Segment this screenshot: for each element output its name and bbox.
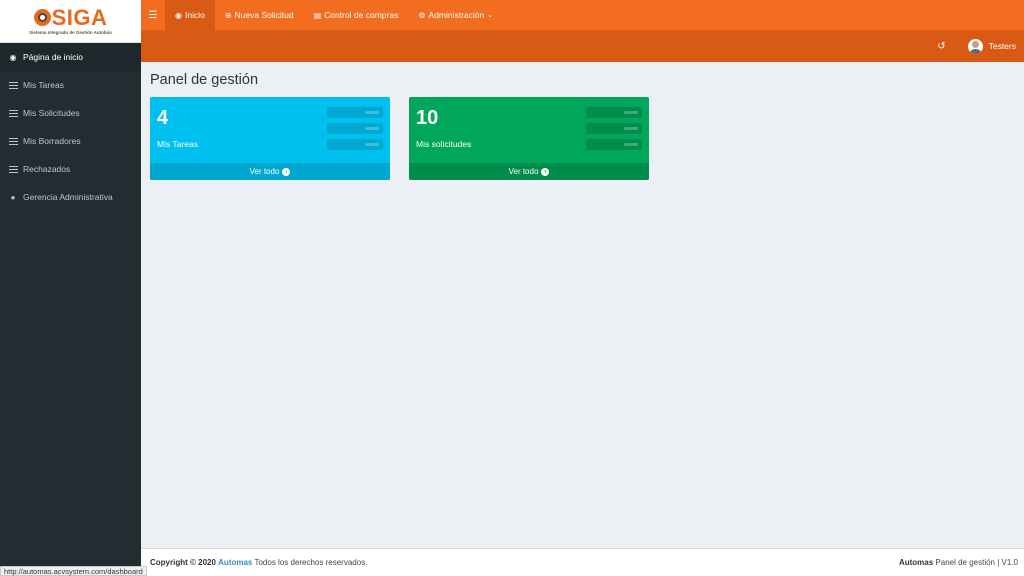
user-icon: ● xyxy=(10,192,16,202)
logo-subtitle: Sistema Integrado de Gestión Autobús xyxy=(29,29,112,35)
footer-copyright: Copyright © 2020 Automas Todos los derec… xyxy=(150,558,367,567)
plus-circle-icon: ⊕ xyxy=(224,10,232,20)
list-icon xyxy=(8,136,18,146)
stat-cards: 4 Mis Tareas Ver todo › 10 Mis solicitud… xyxy=(150,97,1015,180)
card-label: Mis solicitudes xyxy=(416,139,472,149)
footer-rights: Todos los derechos reservados. xyxy=(254,558,368,567)
sidebar-item-label: Mis Solicitudes xyxy=(23,108,80,118)
list-icon xyxy=(8,108,18,118)
sidebar-item-label: Rechazados xyxy=(23,164,71,174)
card-decoration-icon xyxy=(327,107,383,155)
footer-right-brand: Automas xyxy=(898,558,934,567)
nav-item-label: Nueva Solicitud xyxy=(234,10,294,20)
card-mis-tareas: 4 Mis Tareas Ver todo › xyxy=(150,97,390,180)
nav-item-control-de-compras[interactable]: ▤ Control de compras xyxy=(304,0,409,30)
sidebar-item-label: Mis Tareas xyxy=(23,80,64,90)
nav-item-label: Control de compras xyxy=(324,10,399,20)
footer-version: Automas Panel de gestión | V1.0 xyxy=(899,558,1018,567)
user-menu[interactable]: Testers xyxy=(967,38,1016,54)
sidebar-item-mis-solicitudes[interactable]: Mis Solicitudes xyxy=(0,99,141,127)
nav-item-label: Inicio xyxy=(184,10,205,20)
page-title: Panel de gestión xyxy=(150,72,259,88)
sidebar: SIGA Sistema Integrado de Gestión Autobú… xyxy=(0,0,141,576)
card-more-label: Ver todo xyxy=(249,167,280,176)
arrow-circle-right-icon: › xyxy=(541,167,550,176)
card-mis-solicitudes: 10 Mis solicitudes Ver todo › xyxy=(409,97,649,180)
page-footer: Copyright © 2020 Automas Todos los derec… xyxy=(141,548,1024,576)
sidebar-item-label: Página de inicio xyxy=(23,52,84,62)
sidebar-item-gerencia-administrativa[interactable]: ● Gerencia Administrativa xyxy=(0,183,141,211)
sidebar-item-label: Gerencia Administrativa xyxy=(23,192,113,202)
logo-icon xyxy=(33,9,51,26)
logo[interactable]: SIGA Sistema Integrado de Gestión Autobú… xyxy=(0,0,141,43)
sidebar-item-mis-borradores[interactable]: Mis Borradores xyxy=(0,127,141,155)
footer-brand-link[interactable]: Automas xyxy=(218,558,252,567)
card-more-link[interactable]: Ver todo › xyxy=(150,163,390,180)
sidebar-item-label: Mis Borradores xyxy=(23,136,81,146)
top-navbar: ☰ ◉ Inicio ⊕ Nueva Solicitud ▤ Control d… xyxy=(141,0,1024,30)
card-label: Mis Tareas xyxy=(157,139,198,149)
list-icon: ▤ xyxy=(313,10,322,20)
card-decoration-icon xyxy=(586,107,642,155)
card-value: 4 xyxy=(157,107,169,129)
footer-copyright-prefix: Copyright © 2020 xyxy=(150,558,216,567)
nav-item-nueva-solicitud[interactable]: ⊕ Nueva Solicitud xyxy=(215,0,304,30)
nav-item-label: Administración xyxy=(428,10,485,20)
sidebar-item-rechazados[interactable]: Rechazados xyxy=(0,155,141,183)
browser-status-url: http://automas.acvsystem.com/dashboard xyxy=(0,566,147,576)
list-icon xyxy=(8,164,18,174)
list-icon xyxy=(8,80,18,90)
nav-item-administracion[interactable]: ⚙ Administración ⌄ xyxy=(408,0,503,30)
sidebar-item-pagina-de-inicio[interactable]: ◉ Página de inicio xyxy=(0,43,141,71)
dashboard-icon: ◉ xyxy=(175,10,182,20)
avatar xyxy=(967,38,983,54)
card-more-label: Ver todo xyxy=(508,167,539,176)
gears-icon: ⚙ xyxy=(418,10,426,20)
card-value: 10 xyxy=(416,107,439,129)
sidebar-menu: ◉ Página de inicio Mis Tareas Mis Solici… xyxy=(0,43,141,211)
nav-item-inicio[interactable]: ◉ Inicio xyxy=(165,0,215,30)
arrow-circle-right-icon: › xyxy=(282,167,291,176)
menu-toggle-icon[interactable]: ☰ xyxy=(141,0,165,30)
main-content: Panel de gestión 4 Mis Tareas Ver todo ›… xyxy=(141,62,1024,548)
logo-text: SIGA xyxy=(51,4,108,30)
card-more-link[interactable]: Ver todo › xyxy=(409,163,649,180)
chevron-down-icon: ⌄ xyxy=(487,12,494,19)
user-name: Testers xyxy=(988,41,1016,51)
dashboard-icon: ◉ xyxy=(9,52,17,62)
header-subbar: ↺ Testers xyxy=(141,30,1024,62)
history-icon[interactable]: ↺ xyxy=(937,41,945,52)
footer-right-text: Panel de gestión | V1.0 xyxy=(935,558,1018,567)
sidebar-item-mis-tareas[interactable]: Mis Tareas xyxy=(0,71,141,99)
